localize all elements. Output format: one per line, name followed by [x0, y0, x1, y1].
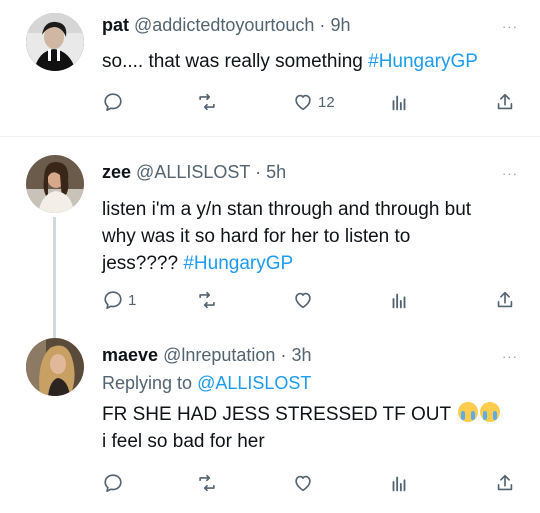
avatar[interactable]	[26, 13, 84, 71]
display-name[interactable]: zee	[102, 162, 131, 182]
tweet-text-line: i feel so bad for her	[102, 431, 265, 452]
tweet-maeve[interactable]: maeve @lnreputation · 3h ··· Replying to…	[0, 332, 540, 513]
timestamp[interactable]: 3h	[291, 345, 311, 365]
share-icon	[497, 291, 513, 308]
retweet-icon	[199, 93, 215, 111]
analytics-icon	[392, 293, 406, 309]
tweet-text: listen i'm a y/n stan through and throug…	[102, 196, 527, 277]
separator-dot: ·	[255, 162, 262, 182]
avatar-photo	[26, 155, 84, 213]
separator-dot: ·	[280, 345, 287, 365]
tweet-text-content: jess????	[102, 253, 184, 274]
timestamp[interactable]: 5h	[266, 162, 286, 182]
replying-to: Replying to @ALLISLOST	[102, 372, 311, 394]
tweet-zee[interactable]: zee @ALLISLOST · 5h ··· listen i'm a y/n…	[0, 137, 540, 341]
separator-dot: ·	[319, 15, 326, 35]
hashtag-link[interactable]: #HungaryGP	[368, 51, 478, 72]
tweet-text-line: listen i'm a y/n stan through and throug…	[102, 199, 472, 220]
reply-button[interactable]	[102, 472, 128, 494]
more-options-icon[interactable]: ···	[502, 20, 518, 33]
avatar[interactable]	[26, 338, 84, 396]
tweet-text-content: FR SHE HAD JESS STRESSED TF OUT	[102, 404, 457, 425]
tweet-text-content: so.... that was really something	[102, 51, 369, 72]
analytics-button[interactable]	[388, 289, 410, 311]
tweet-text-line: FR SHE HAD JESS STRESSED TF OUT	[102, 401, 527, 428]
tweet-pat[interactable]: pat @addictedtoyourtouch · 9h ··· so....…	[0, 0, 540, 136]
replying-to-label: Replying to	[102, 373, 198, 393]
analytics-button[interactable]	[388, 91, 410, 113]
tweet-text: FR SHE HAD JESS STRESSED TF OUT i feel s…	[102, 401, 527, 455]
display-name[interactable]: pat	[102, 15, 129, 35]
more-options-icon[interactable]: ···	[502, 350, 518, 363]
like-button[interactable]	[292, 472, 318, 494]
display-name[interactable]: maeve	[102, 345, 158, 365]
username[interactable]: @ALLISLOST	[136, 162, 250, 182]
hashtag-link[interactable]: #HungaryGP	[183, 253, 293, 274]
loudly-crying-face-icon	[480, 402, 501, 422]
heart-icon	[295, 292, 311, 309]
reply-count: 1	[128, 291, 137, 309]
like-count: 12	[318, 93, 335, 111]
retweet-icon	[199, 474, 215, 492]
username[interactable]: @lnreputation	[163, 345, 275, 365]
share-button[interactable]	[494, 91, 516, 113]
loudly-crying-face-icon	[458, 402, 479, 422]
share-button[interactable]	[494, 289, 516, 311]
reply-button[interactable]	[102, 91, 128, 113]
avatar-photo	[26, 13, 84, 71]
username[interactable]: @addictedtoyourtouch	[134, 15, 314, 35]
reply-icon	[104, 93, 122, 111]
reply-icon	[104, 474, 122, 492]
tweet-header: pat @addictedtoyourtouch · 9h	[102, 14, 350, 36]
heart-icon	[295, 94, 311, 111]
analytics-icon	[392, 476, 406, 492]
analytics-icon	[392, 95, 406, 111]
tweet-header: zee @ALLISLOST · 5h	[102, 161, 286, 183]
tweet-text-line: jess???? #HungaryGP	[102, 250, 527, 277]
avatar[interactable]	[26, 155, 84, 213]
share-button[interactable]	[494, 472, 516, 494]
share-icon	[497, 474, 513, 491]
reply-button[interactable]: 1	[102, 289, 136, 311]
like-button[interactable]: 12	[292, 91, 335, 113]
retweet-button[interactable]	[196, 289, 222, 311]
retweet-button[interactable]	[196, 472, 222, 494]
tweet-header: maeve @lnreputation · 3h	[102, 344, 311, 366]
tweet-text-line: why was it so hard for her to listen to	[102, 226, 411, 247]
avatar-photo	[26, 338, 84, 396]
reply-icon	[104, 291, 122, 309]
retweet-icon	[199, 291, 215, 309]
like-button[interactable]	[292, 289, 318, 311]
timestamp[interactable]: 9h	[330, 15, 350, 35]
share-icon	[497, 93, 513, 110]
replying-to-handle[interactable]: @ALLISLOST	[197, 373, 311, 393]
retweet-button[interactable]	[196, 91, 222, 113]
more-options-icon[interactable]: ···	[502, 167, 518, 180]
thread-line	[53, 217, 56, 341]
analytics-button[interactable]	[388, 472, 410, 494]
tweet-text: so.... that was really something #Hungar…	[102, 48, 527, 75]
heart-icon	[295, 475, 311, 492]
